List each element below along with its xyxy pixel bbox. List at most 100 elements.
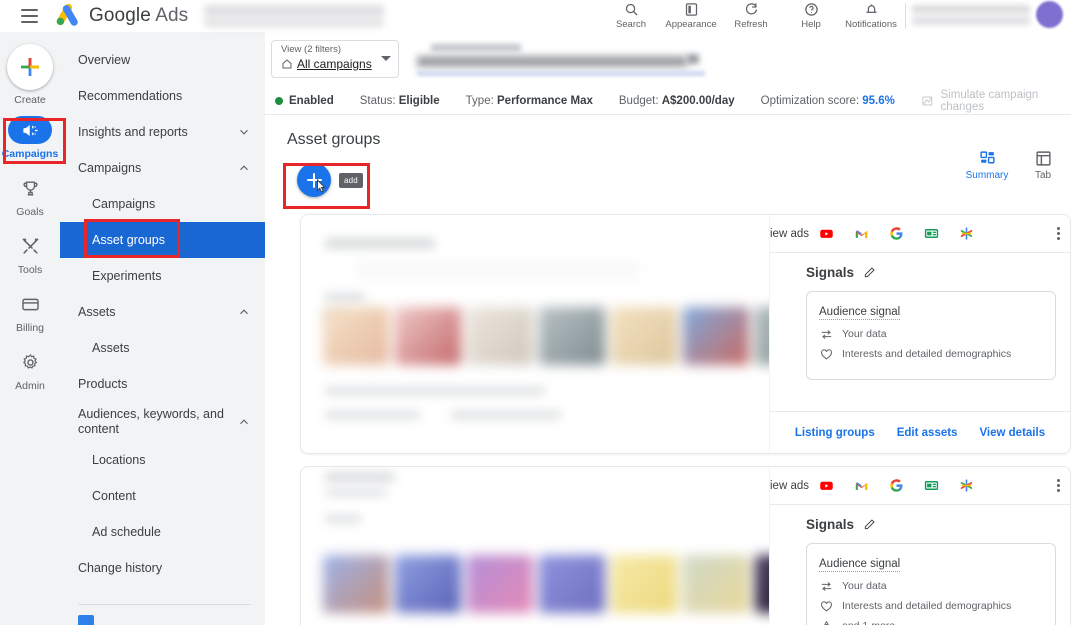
rail-item-create[interactable]: Create: [0, 44, 60, 110]
hamburger-menu-icon[interactable]: [14, 1, 44, 31]
add-asset-group-area: add: [297, 163, 1071, 197]
sidebar-item-change-history[interactable]: Change history: [60, 550, 265, 586]
help-button[interactable]: Help: [781, 0, 841, 32]
signals-body: Signals Audience signal Your data Intere…: [770, 505, 1070, 625]
rail-item-admin[interactable]: Admin: [0, 348, 60, 402]
chevron-down-icon: [240, 129, 248, 135]
view-filter-selector[interactable]: View (2 filters) All campaigns: [271, 40, 399, 78]
view-mode-table[interactable]: Tab: [1015, 150, 1071, 181]
search-icon: [624, 1, 639, 17]
asset-group-preview-redacted[interactable]: [301, 467, 779, 625]
rail-label-campaigns: Campaigns: [1, 148, 59, 160]
signals-title: Signals: [806, 517, 855, 532]
gear-icon: [8, 348, 52, 376]
toolbar-divider: [905, 3, 906, 29]
view-mode-summary[interactable]: Summary: [959, 150, 1015, 181]
sidebar-label-overview: Overview: [78, 52, 131, 67]
sidebar-label-campaigns: Campaigns: [92, 196, 156, 211]
youtube-icon[interactable]: [819, 478, 834, 493]
sidebar-item-campaigns-group[interactable]: Campaigns: [60, 150, 265, 186]
avatar[interactable]: [1036, 1, 1063, 28]
sidebar-item-products[interactable]: Products: [60, 366, 265, 402]
sidebar-item-content[interactable]: Content: [60, 478, 265, 514]
sidebar-item-ad-schedule[interactable]: Ad schedule: [60, 514, 265, 550]
account-details-redacted: [912, 4, 1030, 25]
account-switcher[interactable]: [912, 1, 1071, 28]
display-icon[interactable]: [924, 478, 939, 493]
sidebar-item-experiments[interactable]: Experiments: [60, 258, 265, 294]
tools-icon: [8, 232, 52, 260]
google-search-icon[interactable]: [889, 478, 904, 493]
campaign-budget: Budget: A$200.00/day: [619, 95, 735, 107]
preview-ads-label: iew ads: [770, 227, 809, 240]
filter-bar: View (2 filters) All campaigns: [265, 32, 1071, 88]
notifications-button[interactable]: Notifications: [841, 0, 901, 32]
sidebar-item-campaigns[interactable]: Campaigns: [60, 186, 265, 222]
rail-label-tools: Tools: [17, 264, 43, 276]
audience-row-label: Interests and detailed demographics: [842, 600, 1012, 612]
pencil-icon[interactable]: [863, 266, 876, 279]
table-icon: [1035, 151, 1051, 166]
pencil-icon[interactable]: [863, 518, 876, 531]
rail-item-campaigns[interactable]: Campaigns: [0, 116, 60, 170]
asset-group-preview-redacted[interactable]: [301, 215, 779, 453]
sidebar-item-locations[interactable]: Locations: [60, 442, 265, 478]
sidebar-item-audiences-keywords-content[interactable]: Audiences, keywords, and content: [60, 402, 265, 442]
view-mode-toggle: Summary Tab: [959, 150, 1071, 181]
display-icon[interactable]: [924, 226, 939, 241]
main-content: View (2 filters) All campaigns Enabled S…: [265, 32, 1071, 625]
simulate-chart-icon: [922, 96, 933, 106]
rail-item-tools[interactable]: Tools: [0, 232, 60, 286]
heart-icon: [819, 347, 833, 361]
rail-item-goals[interactable]: Goals: [0, 174, 60, 228]
audience-signal-box[interactable]: Audience signal Your data Interests and …: [806, 291, 1056, 380]
optimization-value[interactable]: 95.6%: [862, 95, 895, 107]
sidebar-item-overview[interactable]: Overview: [60, 42, 265, 78]
view-details-link[interactable]: View details: [979, 427, 1045, 439]
sidebar-label-locations: Locations: [92, 452, 146, 467]
type-value: Performance Max: [497, 95, 593, 107]
optimization-key: Optimization score:: [760, 95, 860, 107]
sidebar-footer-icon[interactable]: [78, 615, 94, 625]
sidebar-divider: [78, 604, 251, 605]
more-vert-icon[interactable]: [1057, 479, 1060, 492]
discover-icon[interactable]: [959, 478, 974, 493]
sidebar-item-assets[interactable]: Assets: [60, 330, 265, 366]
listing-groups-link[interactable]: Listing groups: [795, 427, 875, 439]
google-ads-logo[interactable]: Google Ads: [54, 4, 188, 28]
campaign-name-redacted[interactable]: [409, 40, 709, 78]
sidebar-item-insights-and-reports[interactable]: Insights and reports: [60, 114, 265, 150]
chevron-down-icon[interactable]: [381, 56, 391, 61]
asset-group-signals-panel: iew ads Signals Audience signal Your dat…: [769, 467, 1070, 625]
asset-group-card[interactable]: iew ads Signals Audience signal Your dat…: [300, 214, 1071, 454]
sidebar-nav: Overview Recommendations Insights and re…: [60, 32, 265, 625]
status-enabled-label: Enabled: [289, 95, 334, 107]
more-vert-icon[interactable]: [1057, 227, 1060, 240]
simulate-campaign-changes-button[interactable]: Simulate campaign changes: [921, 89, 1071, 113]
sidebar-item-recommendations[interactable]: Recommendations: [60, 78, 265, 114]
edit-assets-link[interactable]: Edit assets: [897, 427, 958, 439]
discover-icon[interactable]: [959, 226, 974, 241]
add-asset-group-button[interactable]: [297, 163, 331, 197]
gmail-icon[interactable]: [854, 226, 869, 241]
rail-item-billing[interactable]: Billing: [0, 290, 60, 344]
demographics-icon: [819, 619, 833, 625]
gmail-icon[interactable]: [854, 478, 869, 493]
refresh-button[interactable]: Refresh: [721, 0, 781, 32]
status-value: Eligible: [398, 95, 440, 107]
appearance-button[interactable]: Appearance: [661, 0, 721, 32]
youtube-icon[interactable]: [819, 226, 834, 241]
home-icon: [282, 59, 292, 69]
campaign-status-row: Enabled Status: Eligible Type: Performan…: [265, 88, 1071, 114]
google-search-icon[interactable]: [889, 226, 904, 241]
notifications-bell-icon: [864, 1, 879, 17]
appearance-label: Appearance: [665, 19, 717, 30]
sidebar-item-assets-group[interactable]: Assets: [60, 294, 265, 330]
audience-signal-box[interactable]: Audience signal Your data Interests and …: [806, 543, 1056, 625]
search-button[interactable]: Search: [601, 0, 661, 32]
help-label: Help: [801, 19, 821, 30]
asset-group-card[interactable]: iew ads Signals Audience signal Your dat…: [300, 466, 1071, 625]
audience-row-interests: Interests and detailed demographics: [819, 599, 1043, 613]
heart-icon: [819, 599, 833, 613]
sidebar-item-asset-groups[interactable]: Asset groups: [60, 222, 265, 258]
